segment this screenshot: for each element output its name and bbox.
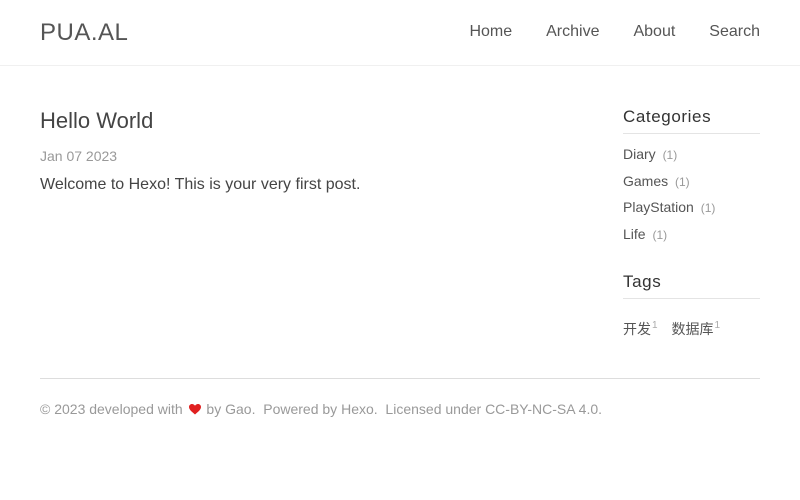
post: Hello World Jan 07 2023 Welcome to Hexo!…	[40, 108, 580, 194]
nav-home[interactable]: Home	[469, 23, 512, 41]
category-link-playstation[interactable]: PlayStation	[623, 199, 694, 215]
footer-licensed-text: . Licensed under	[373, 401, 482, 417]
nav-archive[interactable]: Archive	[546, 23, 599, 41]
tag-link[interactable]: 开发1	[623, 320, 658, 337]
footer-hexo-link[interactable]: Hexo	[341, 401, 374, 417]
post-body: Welcome to Hexo! This is your very first…	[40, 176, 361, 193]
category-link-life[interactable]: Life	[623, 226, 646, 242]
heart-icon	[188, 404, 201, 415]
categories-widget: Categories Diary (1) Games (1) PlayStati…	[623, 107, 760, 253]
tag-list: 开发1 数据库1	[623, 319, 760, 339]
tag-name: 数据库	[671, 320, 714, 337]
category-count: (1)	[652, 228, 668, 243]
tag-link[interactable]: 数据库1	[671, 320, 721, 337]
category-count: (1)	[662, 148, 678, 162]
category-item: Diary (1)	[623, 146, 760, 173]
category-count: (1)	[675, 174, 690, 189]
site-footer: © 2023 developed with by Gao. Powered by…	[40, 401, 602, 417]
sidebar: Categories Diary (1) Games (1) PlayStati…	[623, 107, 760, 339]
post-title[interactable]: Hello World	[40, 108, 580, 134]
tag-name: 开发	[623, 320, 651, 337]
categories-title: Categories	[623, 107, 760, 134]
footer-author-link[interactable]: Gao	[225, 401, 251, 417]
footer-copyright: © 2023 developed with	[40, 401, 183, 417]
main-nav: Home Archive About Search	[435, 23, 760, 41]
category-item: Life (1)	[623, 226, 760, 253]
footer-end: .	[598, 401, 603, 417]
site-logo[interactable]: PUA.AL	[40, 19, 128, 47]
tags-widget: Tags 开发1 数据库1	[623, 272, 760, 339]
category-item: PlayStation (1)	[623, 199, 760, 226]
footer-license-link[interactable]: CC-BY-NC-SA 4.0	[485, 401, 598, 417]
post-date: Jan 07 2023	[40, 148, 118, 164]
category-item: Games (1)	[623, 173, 760, 200]
tag-count: 1	[714, 320, 721, 332]
tags-title: Tags	[623, 272, 760, 299]
footer-powered-text: . Powered by	[251, 401, 338, 417]
category-link-diary[interactable]: Diary	[623, 146, 656, 162]
category-count: (1)	[700, 201, 716, 216]
heart-shape	[188, 404, 201, 415]
category-list: Diary (1) Games (1) PlayStation (1) Life…	[623, 146, 760, 253]
tag-count: 1	[652, 320, 658, 332]
nav-search[interactable]: Search	[709, 23, 760, 41]
site-header: PUA.AL Home Archive About Search	[0, 0, 800, 66]
footer-by: by	[206, 401, 222, 417]
category-link-games[interactable]: Games	[623, 173, 668, 189]
nav-about[interactable]: About	[633, 23, 675, 41]
footer-divider	[40, 378, 760, 379]
